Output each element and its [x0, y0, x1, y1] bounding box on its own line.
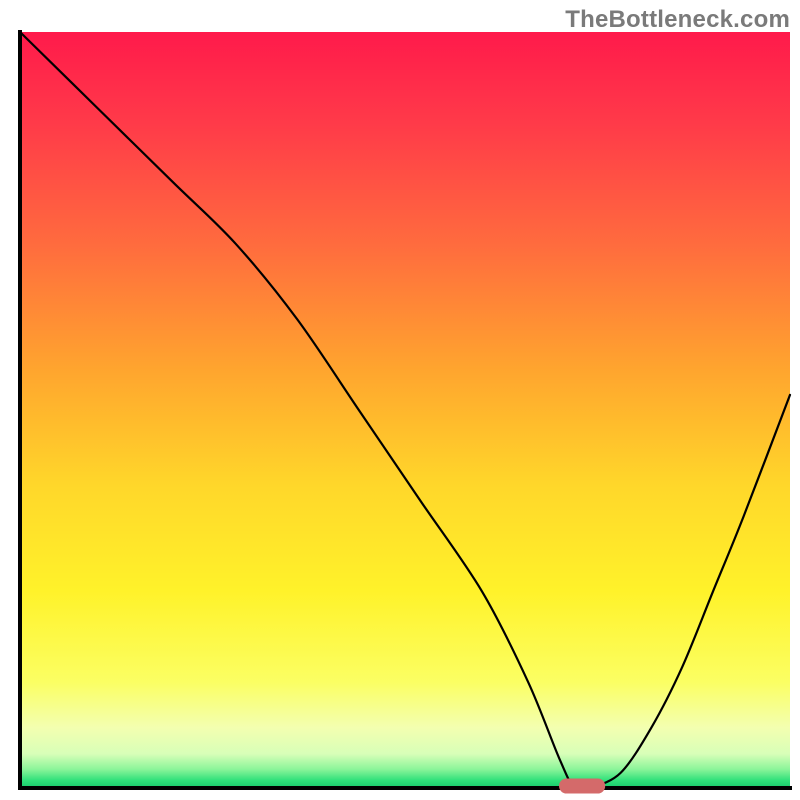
chart-svg — [0, 0, 800, 800]
watermark-label: TheBottleneck.com — [565, 6, 790, 34]
optimal-marker — [559, 778, 605, 793]
bottleneck-chart: TheBottleneck.com — [0, 0, 800, 800]
